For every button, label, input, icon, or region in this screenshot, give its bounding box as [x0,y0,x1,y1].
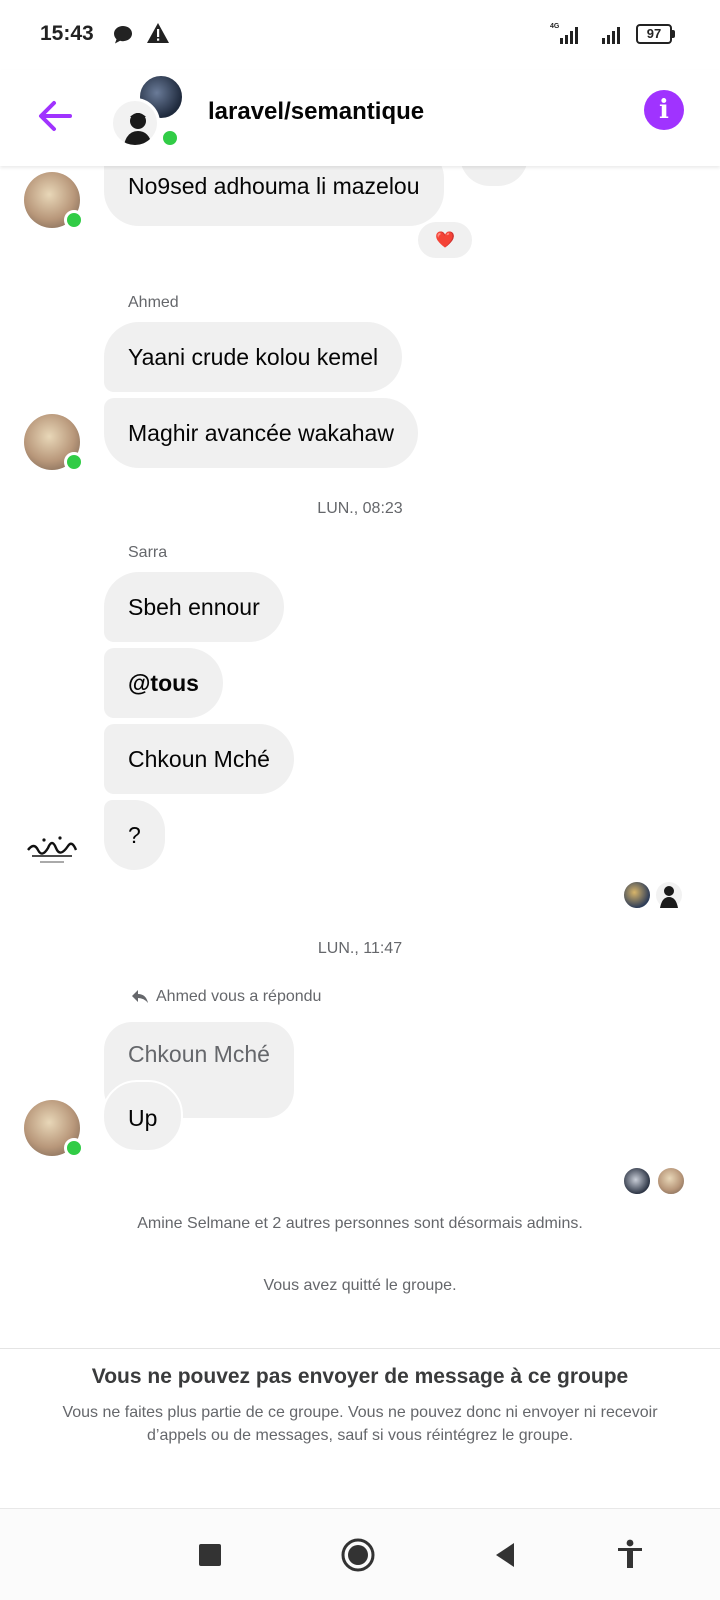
mention-bubble[interactable]: @tous [104,648,223,718]
avatar-sarra [24,820,80,876]
chat-notification-icon [114,26,132,44]
message-bubble[interactable]: ? [104,800,165,870]
system-navigation-bar [0,1508,720,1600]
warning-icon [147,23,169,43]
notice-body: Vous ne faites plus partie de ce groupe.… [62,1404,658,1444]
message-bubble[interactable]: Chkoun Mché [104,724,294,794]
online-indicator [64,452,84,472]
message-bubble[interactable]: Yaani crude kolou kemel [104,322,403,392]
member-photo-front [110,98,160,148]
battery-level: 97 [636,24,672,44]
message-bubble[interactable]: Sbeh ennour [104,572,284,642]
back-button[interactable] [32,92,80,140]
system-message-admins: Amine Selmane et 2 autres personnes sont… [137,1215,583,1232]
online-indicator [64,210,84,230]
message-bubble[interactable]: Up [102,1080,184,1152]
avatar-ahmed [24,1100,84,1158]
home-button[interactable] [340,1537,376,1573]
heart-reaction[interactable]: ❤️ [416,220,474,260]
accessibility-button[interactable] [612,1537,648,1573]
network-label: 4G [550,23,560,30]
partial-bubble-edge [460,166,528,186]
recent-apps-button[interactable] [192,1537,228,1573]
notice-title: Vous ne pouvez pas envoyer de message à … [91,1365,629,1388]
sender-name-sarra: Sarra [128,544,168,561]
info-icon: i [659,95,669,125]
avatar-ahmed [24,414,84,472]
status-time: 15:43 [40,22,94,45]
signal-icon [602,27,620,44]
timestamp-divider: LUN., 08:23 [317,500,403,517]
status-bar: 15:43 4G 97 [0,0,720,70]
message-bubble[interactable]: Maghir avancée wakahaw [104,398,418,468]
seen-avatar [656,1166,686,1196]
signal-4g-icon: 4G [550,23,578,44]
seen-avatar [622,880,652,910]
message-list[interactable]: No9sed adhouma li mazelou ❤️ Ahmed Yaani… [0,166,720,1346]
seen-avatar [654,880,684,910]
info-button[interactable]: i [644,90,684,130]
triangle-back-icon [496,1543,514,1567]
reply-note-text: Ahmed vous a répondu [156,988,322,1005]
cannot-send-notice: Vous ne pouvez pas envoyer de message à … [0,1348,720,1508]
avatar-ahmed [24,172,84,230]
home-circle-icon [341,1538,375,1572]
back-nav-button[interactable] [488,1537,524,1573]
group-avatar[interactable] [110,74,186,150]
online-indicator [64,1138,84,1158]
battery-icon: 97 [636,24,676,44]
sender-name-ahmed: Ahmed [128,294,179,311]
group-title[interactable]: laravel/semantique [208,98,424,126]
system-message-left: Vous avez quitté le groupe. [263,1277,457,1294]
reply-icon [132,990,148,1003]
chat-header: laravel/semantique i [0,70,720,166]
message-bubble[interactable]: No9sed adhouma li mazelou [104,166,444,226]
online-indicator [160,128,180,148]
square-icon [199,1544,221,1566]
arrow-left-icon [39,101,72,131]
timestamp-divider: LUN., 11:47 [317,940,403,957]
reply-indicator: Ahmed vous a répondu [130,988,321,1006]
calligraphy-logo [27,836,78,863]
accessibility-icon [618,1539,642,1568]
seen-avatar [622,1166,652,1196]
